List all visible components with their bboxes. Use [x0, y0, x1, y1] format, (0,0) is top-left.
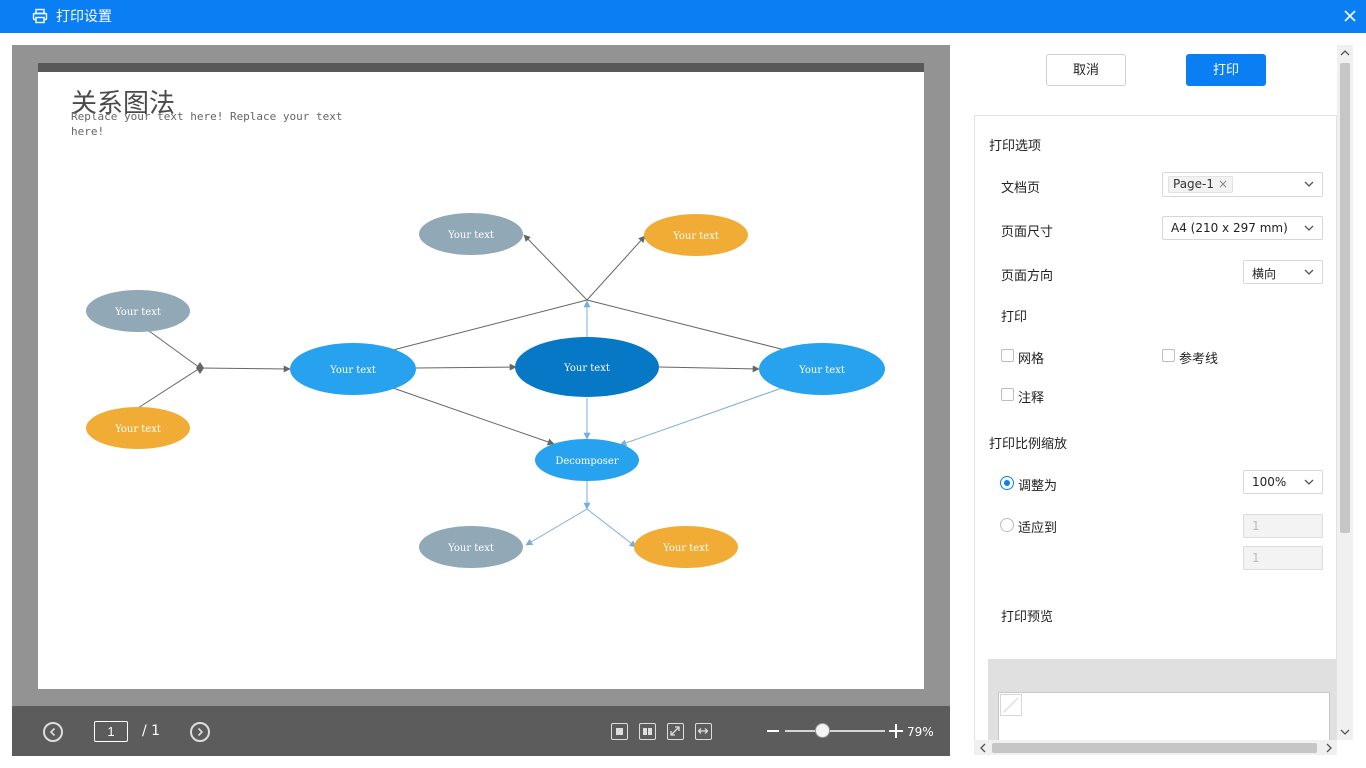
fit-page-icon[interactable]	[667, 723, 684, 740]
node-decomposer: Decomposer	[535, 439, 639, 481]
notes-checkbox[interactable]	[1001, 388, 1014, 401]
node-bottom-right: Your text	[634, 526, 738, 568]
print-button[interactable]: 打印	[1186, 54, 1266, 86]
svg-text:Your text: Your text	[447, 230, 494, 241]
scroll-up-icon[interactable]	[1340, 49, 1350, 57]
document-pages-label: 文档页	[1001, 181, 1041, 196]
close-icon[interactable]	[1342, 8, 1358, 24]
document-pages-select[interactable]: Page-1 ×	[1162, 172, 1323, 197]
cancel-button[interactable]: 取消	[1046, 54, 1126, 86]
fit-to-label: 适应到	[1018, 521, 1058, 536]
svg-text:Your text: Your text	[447, 543, 494, 554]
print-section-label: 打印	[1001, 310, 1028, 325]
page-size-value: A4 (210 x 297 mm)	[1171, 221, 1288, 235]
fit-to-radio[interactable]	[1000, 518, 1014, 532]
notes-label: 注释	[1018, 391, 1045, 406]
zoom-value: 79%	[907, 725, 934, 739]
next-page-button[interactable]	[190, 722, 210, 742]
zoom-slider-track[interactable]	[785, 730, 885, 732]
grid-checkbox[interactable]	[1001, 349, 1014, 362]
vertical-scrollbar[interactable]	[1337, 45, 1353, 740]
scale-percent-value: 100%	[1252, 475, 1287, 489]
svg-text:Your text: Your text	[563, 363, 610, 374]
two-page-icon[interactable]	[639, 723, 656, 740]
fit-width-icon[interactable]	[695, 723, 712, 740]
adjust-to-radio[interactable]	[1000, 476, 1014, 490]
scale-section-heading: 打印比例缩放	[989, 437, 1068, 452]
adjust-to-label: 调整为	[1018, 479, 1058, 494]
guides-checkbox[interactable]	[1162, 349, 1175, 362]
page-tag: Page-1 ×	[1168, 176, 1234, 193]
page-number-input[interactable]	[94, 721, 128, 742]
page-size-label: 页面尺寸	[1001, 225, 1054, 240]
chevron-left-circle-icon	[49, 727, 56, 737]
print-options-heading: 打印选项	[989, 139, 1042, 154]
node-mid-right: Your text	[759, 343, 885, 395]
chevron-right-circle-icon	[197, 727, 204, 737]
chevron-down-icon	[1304, 479, 1314, 485]
horizontal-scrollbar[interactable]	[974, 740, 1337, 755]
chevron-down-icon	[1304, 269, 1314, 275]
preview-page: 关系图法 Replace your text here! Replace you…	[38, 63, 924, 689]
svg-text:Your text: Your text	[662, 543, 709, 554]
broken-image-icon	[1000, 694, 1022, 716]
title-bar: 打印设置	[0, 0, 1366, 33]
node-top-left: Your text	[419, 213, 523, 255]
dialog-title: 打印设置	[56, 9, 112, 25]
scroll-left-icon[interactable]	[979, 743, 987, 753]
junction-diamond	[196, 362, 204, 374]
chevron-down-icon	[1304, 225, 1314, 231]
svg-text:Decomposer: Decomposer	[555, 456, 619, 467]
svg-text:Your text: Your text	[114, 424, 161, 435]
zoom-out-button[interactable]	[767, 730, 779, 732]
preview-toolbar: / 1 79%	[12, 706, 950, 756]
orientation-select[interactable]: 横向	[1243, 260, 1323, 284]
scroll-down-icon[interactable]	[1340, 728, 1350, 736]
node-bottom-left: Your text	[419, 526, 523, 568]
chevron-down-icon	[1304, 181, 1314, 187]
svg-text:Your text: Your text	[798, 365, 845, 376]
node-left-bottom: Your text	[86, 407, 190, 449]
print-options-panel: 打印选项 文档页 Page-1 × 页面尺寸 A4 (210 x 297 mm) …	[974, 115, 1337, 755]
horizontal-scroll-thumb[interactable]	[992, 743, 1317, 753]
tag-remove-icon[interactable]: ×	[1218, 177, 1228, 192]
grid-label: 网格	[1018, 352, 1045, 367]
svg-text:Your text: Your text	[672, 231, 719, 242]
printer-icon	[32, 8, 48, 24]
scale-percent-select[interactable]: 100%	[1243, 470, 1323, 494]
node-left-top: Your text	[86, 290, 190, 332]
svg-text:Your text: Your text	[329, 365, 376, 376]
print-preview-area: 关系图法 Replace your text here! Replace you…	[12, 45, 950, 706]
print-preview-label: 打印预览	[1001, 610, 1054, 625]
relationship-diagram: Your text Your text Your text Your text …	[86, 213, 885, 568]
connector-lines	[137, 234, 786, 446]
vertical-scroll-thumb[interactable]	[1340, 63, 1350, 533]
svg-text:Your text: Your text	[114, 307, 161, 318]
scroll-right-icon[interactable]	[1325, 743, 1333, 753]
zoom-slider-handle[interactable]	[815, 723, 830, 738]
node-center: Your text	[515, 337, 659, 397]
page-size-select[interactable]: A4 (210 x 297 mm)	[1162, 216, 1323, 240]
single-page-icon[interactable]	[611, 723, 628, 740]
zoom-in-button[interactable]	[889, 724, 903, 738]
page-total: / 1	[142, 723, 161, 739]
node-mid-left: Your text	[290, 343, 416, 395]
prev-page-button[interactable]	[43, 722, 63, 742]
node-top-right: Your text	[644, 214, 748, 256]
guides-label: 参考线	[1179, 352, 1219, 367]
fit-to-height-input[interactable]: 1	[1243, 546, 1323, 570]
fit-to-width-input[interactable]: 1	[1243, 514, 1323, 538]
connector-lines-blue	[525, 300, 783, 548]
orientation-label: 页面方向	[1001, 269, 1054, 284]
orientation-value: 横向	[1252, 267, 1277, 281]
